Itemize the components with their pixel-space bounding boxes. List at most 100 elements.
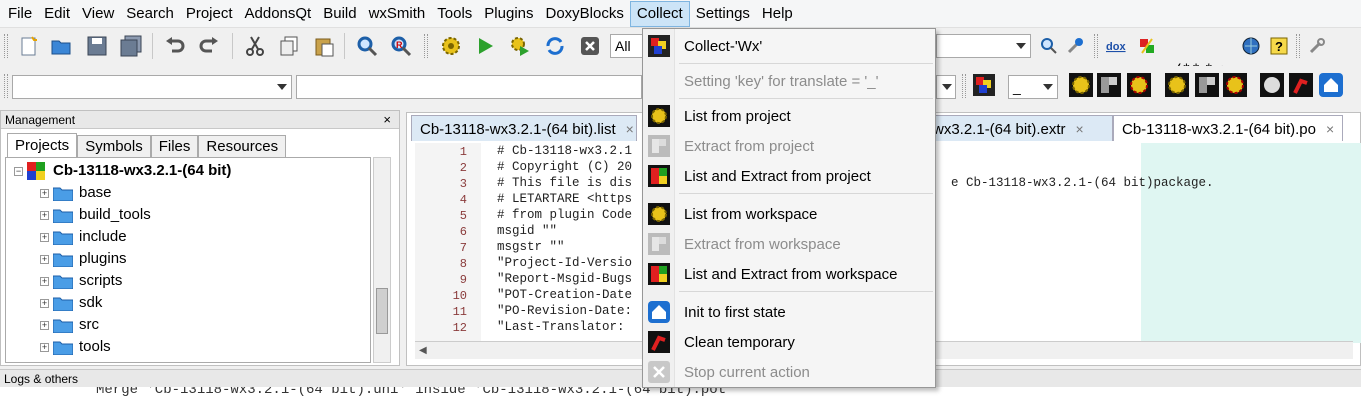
globe-icon[interactable] xyxy=(1238,33,1264,59)
run-icon[interactable] xyxy=(472,33,498,59)
expand-icon[interactable]: + xyxy=(40,276,49,286)
collect-wx-icon[interactable] xyxy=(971,72,997,98)
expand-icon[interactable]: + xyxy=(40,254,49,264)
doxyblocks-extract-icon[interactable] xyxy=(1134,33,1160,59)
tree-folder[interactable]: + sdk xyxy=(40,292,102,314)
menu-build[interactable]: Build xyxy=(317,1,362,27)
tree-folder[interactable]: + scripts xyxy=(40,270,122,292)
tree-folder[interactable]: + include xyxy=(40,226,127,248)
menu-help[interactable]: Help xyxy=(756,1,799,27)
toolbar-grip[interactable] xyxy=(962,74,966,98)
tree-folder[interactable]: + build_tools xyxy=(40,204,151,226)
stop-icon[interactable] xyxy=(1259,72,1285,98)
expand-icon[interactable]: + xyxy=(40,298,49,308)
menu-wxsmith[interactable]: wxSmith xyxy=(363,1,432,27)
menu-item-collect-wx[interactable]: Collect-'Wx' xyxy=(643,32,935,60)
menu-item-list-extract-workspace[interactable]: List and Extract from workspace xyxy=(643,260,935,288)
settings-wrench-icon[interactable] xyxy=(1304,33,1330,59)
save-icon[interactable] xyxy=(84,33,110,59)
tab-files[interactable]: Files xyxy=(150,135,199,157)
menu-settings[interactable]: Settings xyxy=(690,1,756,27)
build-icon[interactable] xyxy=(438,33,464,59)
expand-icon[interactable]: + xyxy=(40,342,49,352)
tab-projects[interactable]: Projects xyxy=(7,133,78,157)
abort-icon[interactable] xyxy=(577,33,603,59)
menu-item-list-extract-project[interactable]: List and Extract from project xyxy=(643,162,935,190)
clean-icon[interactable] xyxy=(1288,72,1314,98)
home-icon[interactable] xyxy=(1318,72,1344,98)
close-icon[interactable]: × xyxy=(626,121,634,137)
menu-item-list-from-project[interactable]: List from project xyxy=(643,102,935,130)
menu-plugins[interactable]: Plugins xyxy=(478,1,539,27)
expand-icon[interactable]: + xyxy=(40,232,49,242)
toolbar-grip[interactable] xyxy=(1094,34,1098,58)
scrollbar-thumb[interactable] xyxy=(376,288,388,334)
menu-edit[interactable]: Edit xyxy=(38,1,76,27)
tree-folder[interactable]: + src xyxy=(40,314,99,336)
undo-icon[interactable] xyxy=(162,33,188,59)
menu-item-init-first-state[interactable]: Init to first state xyxy=(643,298,935,326)
tree-folder[interactable]: + plugins xyxy=(40,248,127,270)
menu-project[interactable]: Project xyxy=(180,1,239,27)
rebuild-icon[interactable] xyxy=(542,33,568,59)
toolbar-combo-right[interactable] xyxy=(936,34,1031,58)
expand-icon[interactable]: + xyxy=(40,320,49,330)
function-combo-arrow[interactable] xyxy=(936,75,956,99)
toolbar-grip[interactable] xyxy=(4,34,8,58)
doxygen-icon[interactable]: dox xyxy=(1104,33,1130,59)
tab-extr-file[interactable]: -wx3.2.1-(64 bit).extr × xyxy=(928,115,1113,141)
scroll-left-icon[interactable]: ◀ xyxy=(419,345,427,356)
collapse-icon[interactable]: − xyxy=(14,166,23,176)
expand-icon[interactable]: + xyxy=(40,188,49,198)
gear-list-icon[interactable] xyxy=(1068,72,1094,98)
tab-po-file[interactable]: Cb-13118-wx3.2.1-(64 bit).po × xyxy=(1113,115,1343,141)
menu-item-clean-temporary[interactable]: Clean temporary xyxy=(643,328,935,356)
redo-icon[interactable] xyxy=(196,33,222,59)
menu-item-list-from-workspace[interactable]: List from workspace xyxy=(643,200,935,228)
list-extract-project-icon[interactable] xyxy=(1126,72,1152,98)
tree-folder[interactable]: + base xyxy=(40,182,112,204)
close-icon[interactable]: × xyxy=(1076,121,1084,137)
menu-collect[interactable]: Collect xyxy=(629,0,690,27)
menu-item-label: Clean temporary xyxy=(684,333,795,351)
menu-search[interactable]: Search xyxy=(120,1,180,27)
help-icon[interactable]: ? xyxy=(1266,33,1292,59)
toolbar-grip[interactable] xyxy=(424,34,428,58)
paste-icon[interactable] xyxy=(311,33,337,59)
menu-addonsqt[interactable]: AddonsQt xyxy=(239,1,318,27)
cut-icon[interactable] xyxy=(242,33,268,59)
build-target-combo[interactable]: All xyxy=(610,34,644,58)
list-extract-workspace-icon[interactable] xyxy=(1222,72,1248,98)
build-run-icon[interactable] xyxy=(507,33,533,59)
tree-project-root[interactable]: − Cb-13118-wx3.2.1-(64 bit) xyxy=(14,160,231,182)
menu-file[interactable]: File xyxy=(2,1,38,27)
wrench-icon[interactable] xyxy=(1062,33,1088,59)
menu-view[interactable]: View xyxy=(76,1,120,27)
zoom-icon[interactable] xyxy=(1036,33,1062,59)
new-file-icon[interactable] xyxy=(16,33,42,59)
log-line: Merge 'Cb-13118-wx3.2.1-(64 bit).uni' in… xyxy=(96,387,735,398)
toolbar-grip[interactable] xyxy=(4,74,8,98)
expand-icon[interactable]: + xyxy=(40,210,49,220)
open-icon[interactable] xyxy=(48,33,74,59)
save-all-icon[interactable] xyxy=(118,33,144,59)
menu-doxyblocks[interactable]: DoxyBlocks xyxy=(540,1,630,27)
tab-list-file[interactable]: Cb-13118-wx3.2.1-(64 bit).list × xyxy=(411,115,637,141)
menu-tools[interactable]: Tools xyxy=(431,1,478,27)
close-icon[interactable]: × xyxy=(1326,121,1334,137)
translate-key-combo[interactable]: _ xyxy=(1008,75,1058,99)
gear-list-workspace-icon[interactable] xyxy=(1164,72,1190,98)
replace-icon[interactable]: R xyxy=(388,33,414,59)
extract-project-icon[interactable] xyxy=(1096,72,1122,98)
find-icon[interactable] xyxy=(354,33,380,59)
tree-folder[interactable]: + tools xyxy=(40,336,111,358)
extract-workspace-icon[interactable] xyxy=(1194,72,1220,98)
tab-symbols[interactable]: Symbols xyxy=(77,135,151,157)
toolbar-grip[interactable] xyxy=(1296,34,1300,58)
close-icon[interactable]: × xyxy=(383,111,391,129)
tree-scrollbar[interactable] xyxy=(373,157,391,363)
function-combo[interactable] xyxy=(296,75,642,99)
scope-combo[interactable] xyxy=(12,75,292,99)
tab-resources[interactable]: Resources xyxy=(198,135,287,157)
copy-icon[interactable] xyxy=(276,33,302,59)
